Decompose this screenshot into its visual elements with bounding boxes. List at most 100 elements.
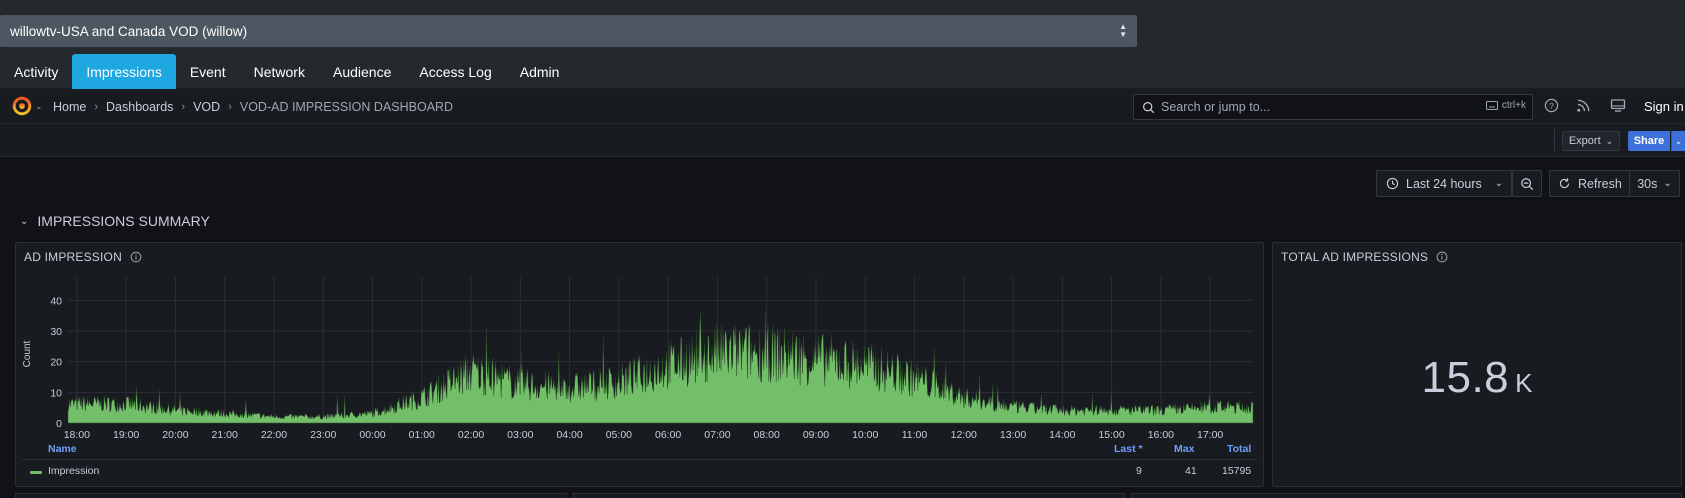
x-tick-label: 18:00 (64, 429, 90, 438)
row-title: IMPRESSIONS SUMMARY (37, 213, 210, 229)
y-tick-label: 10 (50, 387, 62, 399)
x-tick-label: 11:00 (902, 429, 928, 438)
stat-value: 15.8 K (1273, 353, 1681, 403)
next-panel-edge (1131, 493, 1682, 498)
y-axis-label: Count (22, 340, 33, 367)
tab-network[interactable]: Network (240, 54, 319, 89)
impression-series-area (67, 311, 1254, 424)
next-panel-edge (15, 493, 567, 498)
x-tick-label: 05:00 (606, 429, 632, 438)
x-tick-label: 14:00 (1049, 429, 1075, 438)
next-panel-edge (573, 493, 1125, 498)
info-icon[interactable] (1436, 251, 1448, 263)
chevron-down-icon: ⌄ (1605, 135, 1614, 146)
chevron-down-icon: ⌄ (1663, 178, 1672, 189)
row-header[interactable]: ⌄ IMPRESSIONS SUMMARY (20, 213, 210, 229)
x-tick-label: 16:00 (1148, 429, 1174, 438)
panel-header: TOTAL AD IMPRESSIONS (1281, 250, 1448, 264)
total-ad-impressions-panel: TOTAL AD IMPRESSIONS 15.8 K (1272, 242, 1682, 487)
stat-unit: K (1515, 368, 1533, 398)
tab-event[interactable]: Event (176, 54, 240, 89)
x-tick-label: 03:00 (507, 429, 533, 438)
panel-title: TOTAL AD IMPRESSIONS (1281, 250, 1429, 264)
legend-series-name[interactable]: Impression (48, 465, 99, 477)
y-tick-label: 20 (50, 357, 62, 369)
x-tick-label: 23:00 (310, 429, 336, 438)
grafana-header: ⌄ Home › Dashboards › VOD › VOD-AD IMPRE… (0, 89, 1685, 124)
breadcrumb-dashboards[interactable]: Dashboards (106, 100, 173, 114)
grafana-logo-icon (12, 96, 32, 116)
x-tick-label: 02:00 (458, 429, 484, 438)
search-input[interactable]: Search or jump to... ctrl+k (1133, 94, 1533, 120)
tab-audience[interactable]: Audience (319, 54, 405, 89)
refresh-interval-picker[interactable]: 30s ⌄ (1630, 170, 1680, 197)
impression-timeseries-chart[interactable]: 0 10 20 30 40 18:00 19:00 20:00 21:00 22:00 23:00 0… (16, 243, 1265, 438)
app-bar: willowtv-USA and Canada VOD (willow) ▲ ▼ … (0, 0, 1685, 89)
account-selector-value: willowtv-USA and Canada VOD (willow) (10, 23, 248, 39)
breadcrumb-separator-icon: › (94, 100, 99, 113)
time-range-label: Last 24 hours (1406, 176, 1482, 191)
x-tick-label: 21:00 (212, 429, 238, 438)
x-tick-label: 07:00 (704, 429, 730, 438)
y-tick-label: 0 (56, 418, 62, 430)
select-arrows-icon: ▲ ▼ (1119, 22, 1127, 39)
time-range-picker[interactable]: Last 24 hours ⌄ (1376, 170, 1512, 197)
refresh-icon (1559, 178, 1570, 189)
legend-divider (22, 459, 1257, 460)
chevron-down-icon: ⌄ (20, 215, 29, 227)
monitor-icon[interactable] (1610, 98, 1626, 113)
series-color-swatch (30, 471, 42, 474)
legend-header-last[interactable]: Last * (1114, 443, 1143, 455)
zoom-out-button[interactable] (1512, 170, 1542, 197)
zoom-out-icon (1521, 177, 1534, 190)
tab-impressions[interactable]: Impressions (72, 54, 176, 89)
legend-series-total: 15795 (1222, 465, 1252, 477)
x-tick-label: 04:00 (556, 429, 582, 438)
x-tick-label: 22:00 (261, 429, 287, 438)
help-icon[interactable]: ? (1544, 98, 1559, 113)
sign-in-link[interactable]: Sign in (1644, 89, 1684, 124)
x-tick-label: 12:00 (951, 429, 977, 438)
rss-icon[interactable] (1576, 98, 1591, 113)
clock-icon (1386, 177, 1399, 190)
nav-tabs: Activity Impressions Event Network Audie… (0, 54, 573, 89)
search-placeholder: Search or jump to... (1161, 100, 1271, 114)
ad-impression-panel: AD IMPRESSION 0 10 20 30 40 18:00 19:00 20:00 21… (15, 242, 1264, 487)
home-menu-button[interactable]: ⌄ (11, 95, 43, 117)
share-menu-chevron-icon[interactable]: ⌄ (1671, 131, 1685, 151)
tab-activity[interactable]: Activity (0, 54, 72, 89)
legend-series-last: 9 (1136, 465, 1142, 477)
x-tick-label: 09:00 (803, 429, 829, 438)
x-tick-label: 06:00 (655, 429, 681, 438)
refresh-label: Refresh (1578, 176, 1622, 191)
export-button[interactable]: Export ⌄ (1562, 131, 1620, 151)
tab-admin[interactable]: Admin (506, 54, 574, 89)
export-label: Export (1568, 135, 1601, 147)
x-tick-label: 00:00 (359, 429, 385, 438)
legend-header-total[interactable]: Total (1227, 443, 1251, 455)
legend-series-max: 41 (1185, 465, 1197, 477)
breadcrumb-separator-icon: › (228, 100, 232, 113)
refresh-interval-label: 30s (1637, 176, 1658, 191)
tab-access-log[interactable]: Access Log (405, 54, 505, 89)
refresh-button[interactable]: Refresh (1549, 170, 1630, 197)
breadcrumb-vod[interactable]: VOD (193, 100, 220, 114)
svg-text:?: ? (1549, 101, 1554, 111)
x-tick-label: 10:00 (852, 429, 878, 438)
x-tick-label: 15:00 (1098, 429, 1124, 438)
breadcrumb: Home › Dashboards › VOD › VOD-AD IMPRESS… (53, 89, 453, 124)
x-tick-label: 19:00 (113, 429, 139, 438)
share-button[interactable]: Share (1628, 131, 1670, 151)
legend-header-max[interactable]: Max (1174, 443, 1194, 455)
toolbar-divider (1554, 129, 1555, 151)
keyboard-icon (1485, 101, 1498, 110)
breadcrumb-home[interactable]: Home (53, 100, 86, 114)
y-tick-label: 30 (50, 326, 62, 338)
x-tick-label: 17:00 (1197, 429, 1223, 438)
legend-header-name[interactable]: Name (48, 443, 77, 455)
account-selector[interactable]: willowtv-USA and Canada VOD (willow) ▲ ▼ (0, 15, 1137, 47)
y-tick-label: 40 (50, 295, 62, 307)
x-tick-label: 08:00 (754, 429, 780, 438)
chevron-down-icon: ⌄ (1494, 178, 1504, 189)
stat-number: 15.8 (1421, 353, 1510, 402)
